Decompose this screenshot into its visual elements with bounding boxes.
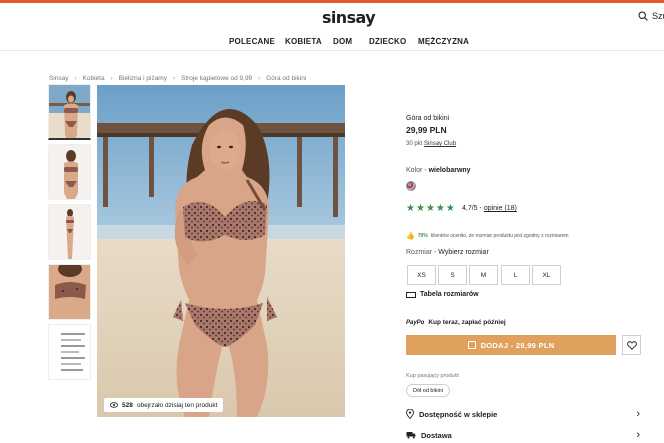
paypo-text: Kup teraz, zapłać później: [428, 319, 506, 326]
thumbnail-image: [49, 205, 90, 259]
size-option-xl[interactable]: XL: [532, 265, 561, 285]
star-icon: ★: [435, 203, 445, 214]
main-product-image[interactable]: [97, 85, 345, 417]
chevron-right-icon: ›: [110, 75, 113, 82]
fit-percent: 70%: [417, 233, 428, 239]
fit-info: 👍 70% klientów oceniło, że rozmiar produ…: [406, 232, 569, 240]
star-icon: ★: [425, 203, 435, 214]
rating-summary: 4,7/5 - opinie (18): [462, 205, 517, 212]
bag-icon: [467, 341, 476, 349]
chevron-right-icon: ›: [172, 75, 175, 82]
star-icon: ★: [445, 203, 455, 214]
product-photo: [97, 85, 345, 417]
fit-text: klientów oceniło, że rozmiar produktu je…: [430, 233, 569, 239]
add-to-cart-label: DODAJ - 29,99 PLN: [480, 340, 555, 350]
availability-label: Dostępność w sklepie: [419, 409, 498, 419]
nav-item-kobieta[interactable]: KOBIETA: [285, 37, 322, 46]
availability-row[interactable]: Dostępność w sklepie ›: [406, 408, 640, 420]
nav-item-polecane[interactable]: POLECANE: [229, 37, 275, 46]
star-icon: ★: [415, 203, 425, 214]
thumbs-up-icon: 👍: [406, 233, 415, 240]
search-icon: [638, 11, 648, 21]
breadcrumb-item[interactable]: Bielizna i piżamy: [119, 75, 167, 82]
location-pin-icon: [406, 409, 414, 419]
chevron-right-icon: ›: [636, 429, 640, 441]
product-thumbnail[interactable]: [48, 204, 91, 260]
size-table-link[interactable]: Tabela rozmiarów: [406, 291, 479, 298]
product-thumbnail[interactable]: [48, 144, 91, 200]
club-link[interactable]: Sinsay Club: [424, 141, 456, 147]
paypo-info: PayPo Kup teraz, zapłać później: [406, 319, 506, 326]
sinsay-logo[interactable]: sinsay: [322, 8, 376, 27]
chevron-right-icon: ›: [74, 75, 77, 82]
color-label: Kolor -: [406, 167, 429, 174]
top-accent-bar: [0, 0, 664, 3]
ruler-icon: [406, 291, 416, 298]
size-option-l[interactable]: L: [501, 265, 530, 285]
matching-label: Kup pasujący produkt: [406, 373, 459, 379]
paypo-logo: PayPo: [406, 319, 425, 326]
rating-value: 4,7/5: [462, 205, 478, 212]
thumbnail-image: [49, 325, 90, 379]
heart-icon: [626, 340, 637, 350]
size-option-xs[interactable]: XS: [407, 265, 436, 285]
nav-divider: [0, 50, 664, 51]
size-value: Wybierz rozmiar: [438, 249, 489, 256]
rating-stars: ★ ★ ★ ★ ★: [406, 204, 455, 214]
breadcrumb-current: Góra od bikini: [266, 75, 307, 82]
color-row: Kolor - wielobarwny: [406, 167, 471, 174]
thumbnail-image: [49, 85, 90, 138]
club-points: 30 pkt Sinsay Club: [406, 141, 456, 147]
truck-icon: [406, 432, 416, 439]
search-button[interactable]: Szu: [638, 11, 664, 21]
viewers-count: 528: [122, 401, 133, 409]
eye-icon: [110, 402, 118, 408]
breadcrumb-item[interactable]: Stroje kąpielowe od 9,99: [181, 75, 252, 82]
product-thumbnail[interactable]: [48, 84, 91, 140]
size-option-m[interactable]: M: [469, 265, 498, 285]
chevron-right-icon: ›: [258, 75, 261, 82]
chevron-right-icon: ›: [636, 408, 640, 420]
delivery-row[interactable]: Dostawa ›: [406, 429, 640, 441]
breadcrumb: Sinsay › Kobieta › Bielizna i piżamy › S…: [49, 75, 306, 82]
reviews-link[interactable]: opinie (18): [484, 205, 517, 212]
breadcrumb-item[interactable]: Sinsay: [49, 75, 69, 82]
star-icon: ★: [406, 203, 415, 214]
add-to-cart-button[interactable]: DODAJ - 29,99 PLN: [406, 335, 616, 355]
product-thumbnail[interactable]: [48, 264, 91, 320]
viewers-text: obejrzało dzisiaj ten produkt: [136, 401, 218, 409]
thumbnail-image: [49, 265, 90, 319]
color-swatch[interactable]: [406, 181, 416, 191]
size-table-label: Tabela rozmiarów: [420, 291, 479, 298]
viewers-badge: 528 obejrzało dzisiaj ten produkt: [104, 398, 224, 412]
breadcrumb-item[interactable]: Kobieta: [83, 75, 105, 82]
size-chart-thumbnail[interactable]: [48, 324, 91, 380]
color-value: wielobarwny: [428, 167, 471, 174]
club-points-value: 30 pkt: [406, 141, 423, 147]
nav-item-dom[interactable]: DOM: [333, 37, 352, 46]
size-option-s[interactable]: S: [438, 265, 467, 285]
product-price: 29,99 PLN: [406, 125, 447, 135]
thumbnail-image: [49, 145, 90, 199]
matching-product-chip[interactable]: Dół od bikini: [406, 384, 450, 397]
product-name: Góra od bikini: [406, 115, 450, 122]
search-label: Szu: [652, 11, 664, 21]
delivery-label: Dostawa: [421, 430, 452, 440]
nav-item-mezczyzna[interactable]: MĘŻCZYZNA: [418, 37, 469, 46]
nav-item-dziecko[interactable]: DZIECKO: [369, 37, 406, 46]
wishlist-button[interactable]: [622, 335, 641, 355]
size-label-text: Rozmiar -: [406, 249, 439, 256]
size-label: Rozmiar - Wybierz rozmiar: [406, 249, 489, 256]
